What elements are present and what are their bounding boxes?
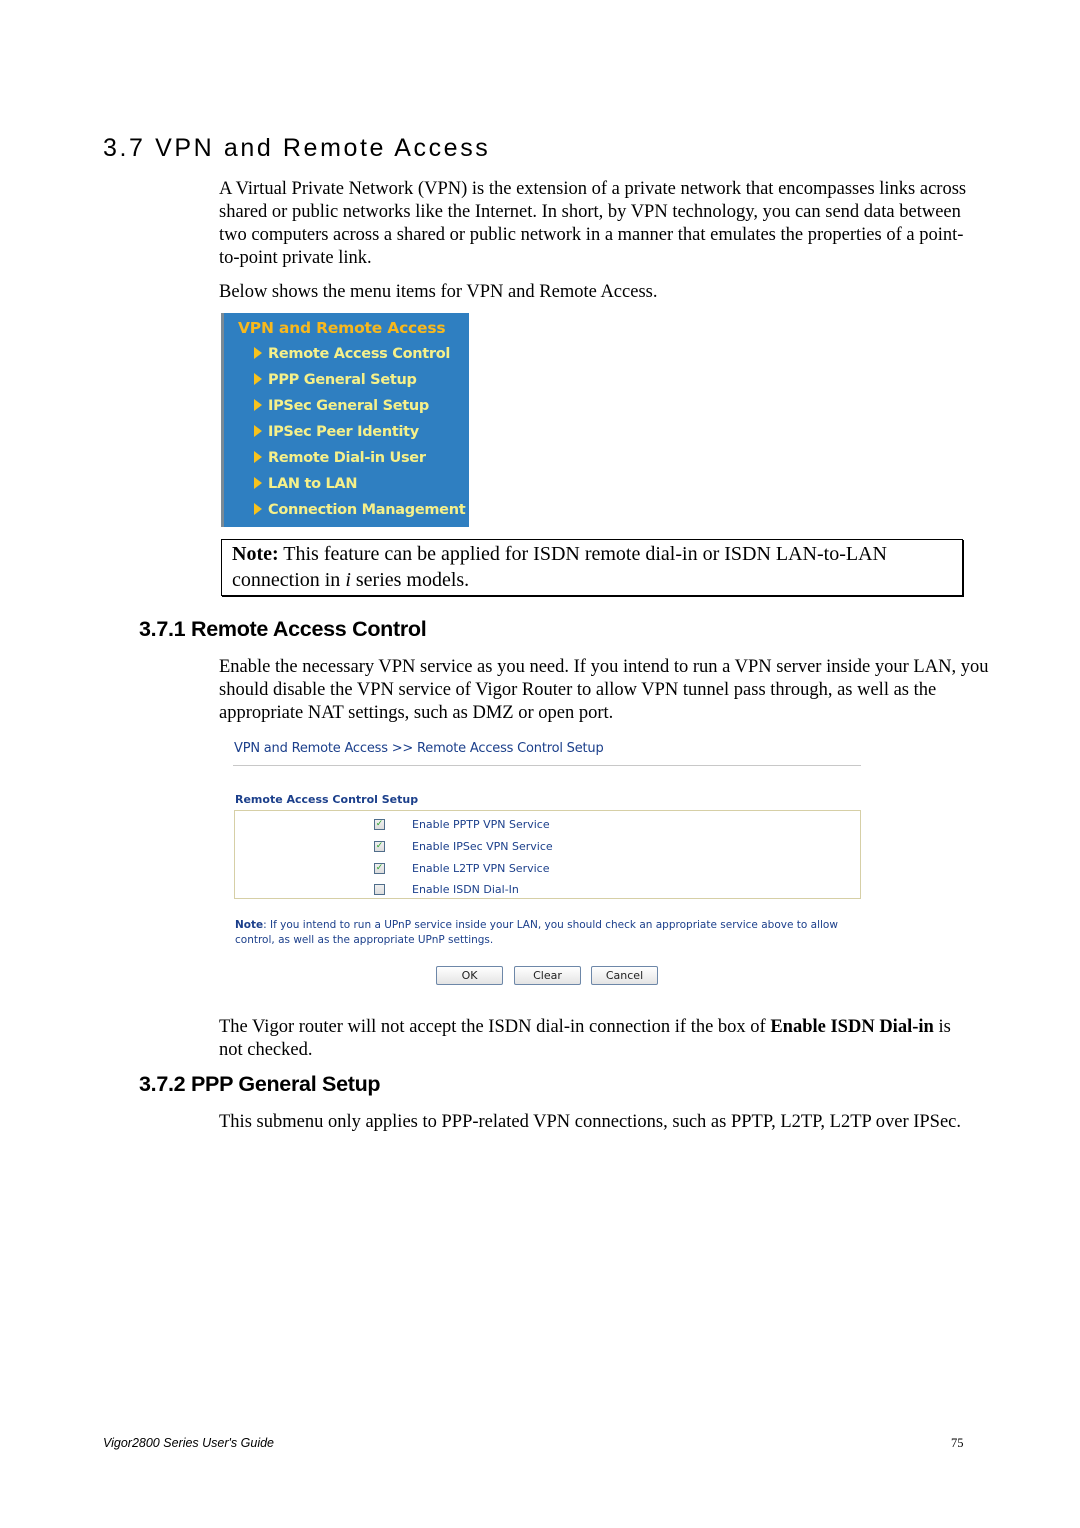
menu-item-lan-to-lan[interactable]: LAN to LAN xyxy=(254,476,357,492)
setup-section-title: Remote Access Control Setup xyxy=(235,793,419,806)
menu-item-ipsec-general-setup[interactable]: IPSec General Setup xyxy=(254,398,429,414)
note-box: Note: This feature can be applied for IS… xyxy=(221,539,963,596)
note-text-end: series models. xyxy=(350,568,470,591)
menu-item-remote-access-control[interactable]: Remote Access Control xyxy=(254,346,450,362)
intro-paragraph: A Virtual Private Network (VPN) is the e… xyxy=(219,179,967,268)
note-label: Note: xyxy=(232,543,279,565)
checkbox-ipsec[interactable]: ✓ xyxy=(374,841,385,852)
ppp-paragraph: This submenu only applies to PPP-related… xyxy=(219,1112,962,1132)
checkbox-isdn-dial-in[interactable] xyxy=(374,884,385,895)
checkbox-l2tp[interactable]: ✓ xyxy=(374,863,385,874)
breadcrumb: VPN and Remote Access >> Remote Access C… xyxy=(234,741,604,756)
upnp-note-text: : If you intend to run a UPnP service in… xyxy=(235,919,838,946)
upnp-note: Note: If you intend to run a UPnP servic… xyxy=(235,918,860,948)
isdn-bold-term: Enable ISDN Dial-in xyxy=(770,1017,934,1037)
option-row: ✓ Enable L2TP VPN Service xyxy=(235,860,860,880)
triangle-right-icon xyxy=(254,373,262,385)
triangle-right-icon xyxy=(254,425,262,437)
remote-access-control-screenshot: VPN and Remote Access >> Remote Access C… xyxy=(228,738,868,994)
subsection-title-ppp-general-setup: 3.7.2 PPP General Setup xyxy=(139,1072,381,1096)
menu-caption: Below shows the menu items for VPN and R… xyxy=(219,282,658,302)
option-label: Enable PPTP VPN Service xyxy=(412,818,550,831)
divider xyxy=(233,765,861,766)
triangle-right-icon xyxy=(254,451,262,463)
remote-access-paragraph: Enable the necessary VPN service as you … xyxy=(219,657,989,723)
upnp-note-label: Note xyxy=(235,919,264,931)
triangle-right-icon xyxy=(254,399,262,411)
triangle-right-icon xyxy=(254,347,262,359)
cancel-button[interactable]: Cancel xyxy=(591,966,658,985)
isdn-paragraph: The Vigor router will not accept the ISD… xyxy=(219,1017,951,1060)
option-label: Enable L2TP VPN Service xyxy=(412,862,550,875)
clear-button[interactable]: Clear xyxy=(514,966,581,985)
vpn-menu-image: VPN and Remote Access Remote Access Cont… xyxy=(221,313,469,527)
option-label: Enable ISDN Dial-In xyxy=(412,883,519,896)
menu-item-ppp-general-setup[interactable]: PPP General Setup xyxy=(254,372,417,388)
section-title: 3.7 VPN and Remote Access xyxy=(103,134,491,162)
option-row: ✓ Enable IPSec VPN Service xyxy=(235,838,860,858)
checkbox-pptp[interactable]: ✓ xyxy=(374,819,385,830)
option-row: ✓ Enable PPTP VPN Service xyxy=(235,816,860,836)
option-row: Enable ISDN Dial-In xyxy=(235,881,860,901)
options-table: ✓ Enable PPTP VPN Service ✓ Enable IPSec… xyxy=(234,810,861,899)
footer-guide-title: Vigor2800 Series User's Guide xyxy=(103,1436,274,1450)
triangle-right-icon xyxy=(254,477,262,489)
subsection-title-remote-access-control: 3.7.1 Remote Access Control xyxy=(139,617,427,641)
menu-item-ipsec-peer-identity[interactable]: IPSec Peer Identity xyxy=(254,424,419,440)
menu-item-connection-management[interactable]: Connection Management xyxy=(254,502,466,518)
ok-button[interactable]: OK xyxy=(436,966,503,985)
triangle-right-icon xyxy=(254,503,262,515)
menu-title: VPN and Remote Access xyxy=(238,319,446,337)
page-number: 75 xyxy=(951,1436,964,1450)
option-label: Enable IPSec VPN Service xyxy=(412,840,553,853)
note-text: This feature can be applied for ISDN rem… xyxy=(232,543,887,591)
menu-item-remote-dial-in-user[interactable]: Remote Dial-in User xyxy=(254,450,426,466)
